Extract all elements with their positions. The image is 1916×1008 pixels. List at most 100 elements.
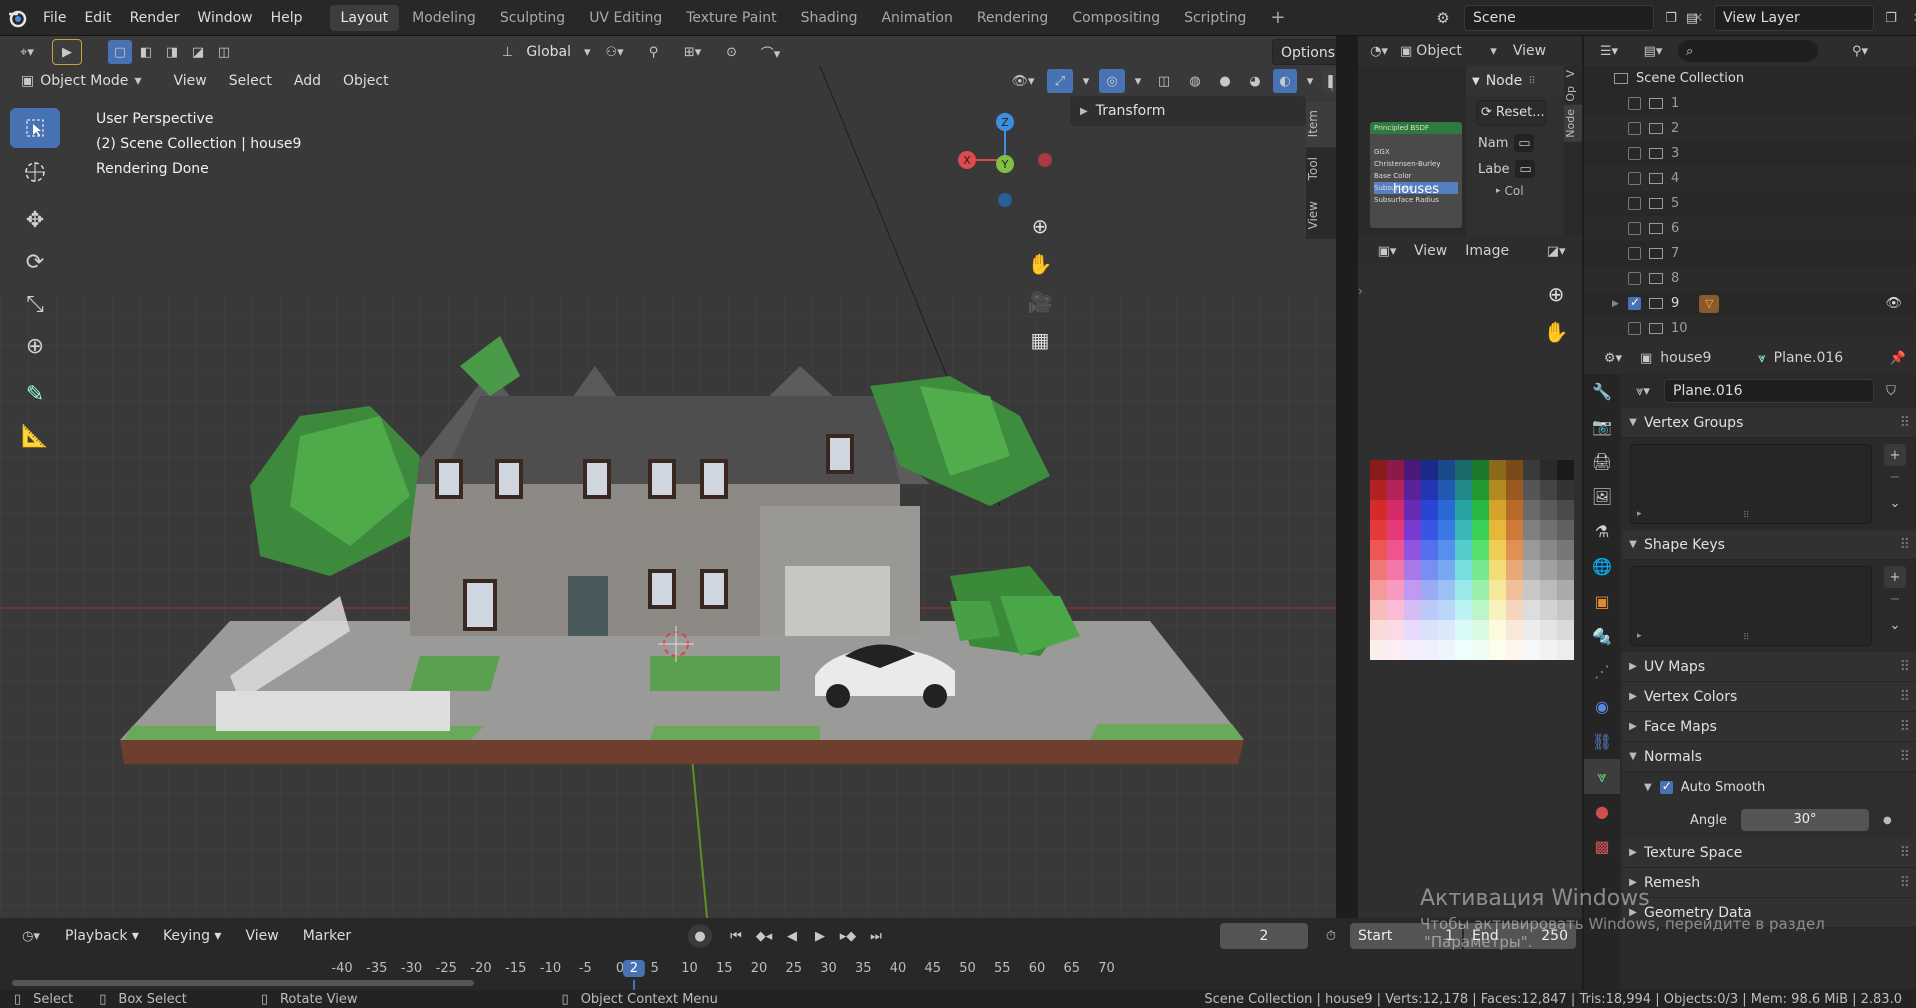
rotate-tool-icon[interactable]: ⟳ (10, 242, 60, 282)
mesh-object-icon[interactable]: ▽ (1699, 294, 1720, 313)
drag-handle-icon[interactable]: ⠿ (1900, 659, 1910, 675)
mode-selector[interactable]: ▣ Object Mode ▾ (12, 68, 150, 94)
blender-logo-icon[interactable] (0, 0, 34, 36)
select-subtract-icon[interactable]: ◨ (160, 40, 184, 64)
principled-bsdf-node[interactable]: Principled BSDF GGX Christensen-Burley B… (1370, 122, 1462, 228)
face-maps-header[interactable]: ▶ Face Maps ⠿ (1622, 712, 1916, 742)
3d-viewport[interactable]: ⌖▾ ▶ ▢ ◧ ◨ ◪ ◫ ⊥ Global ▾ ⚇▾ ⚲ ⊞▾ ⊙ ⌒▾ O… (0, 36, 1336, 918)
drag-handle-icon[interactable]: ⠿ (1900, 537, 1910, 553)
tab-rendering[interactable]: Rendering (966, 5, 1060, 31)
snap-icon[interactable]: ⚲ (639, 39, 669, 65)
name-field-icon[interactable]: ▭ (1514, 134, 1535, 152)
display-mode-icon[interactable]: ◪▾ (1539, 244, 1573, 259)
scene-icon[interactable]: ⚙ (1428, 5, 1458, 31)
xray-icon[interactable]: ◫ (1151, 69, 1177, 93)
zoom-icon[interactable]: ⊕ (1540, 278, 1570, 308)
neg-x-handle[interactable] (1038, 153, 1052, 167)
scene-collection-row[interactable]: Scene Collection (1584, 66, 1916, 91)
drag-handle-icon[interactable]: ⠿ (1528, 76, 1535, 87)
keyframe-dot-icon[interactable]: ● (1883, 815, 1892, 826)
shape-key-menu-icon[interactable]: ⌄ (1884, 614, 1906, 636)
reset-button[interactable]: ⟳ Reset... (1476, 100, 1546, 126)
filter-icon[interactable]: ⚲▾ (1840, 44, 1880, 59)
menu-view[interactable]: View (164, 68, 215, 94)
output-tab-icon[interactable]: 🖨 (1584, 444, 1620, 479)
drag-handle-icon[interactable]: ⠿ (1900, 875, 1910, 891)
vertex-colors-header[interactable]: ▶ Vertex Colors ⠿ (1622, 682, 1916, 712)
pan-hand-icon[interactable]: ✋ (1540, 316, 1570, 346)
collection-row[interactable]: 7 (1584, 241, 1916, 266)
collection-checkbox[interactable] (1628, 222, 1641, 235)
tab-sculpting[interactable]: Sculpting (489, 5, 576, 31)
side-tab-tool[interactable]: Tool (1306, 147, 1336, 190)
resize-grip-icon[interactable]: ⠿ (1743, 633, 1750, 643)
collection-row[interactable]: 8 (1584, 266, 1916, 291)
wireframe-shading-icon[interactable]: ◍ (1183, 69, 1207, 93)
menu-window[interactable]: Window (188, 0, 261, 36)
solid-shading-icon[interactable]: ● (1213, 69, 1237, 93)
select-extend-icon[interactable]: ◧ (134, 40, 158, 64)
label-field-icon[interactable]: ▭ (1515, 160, 1536, 178)
collection-row[interactable]: 4 (1584, 166, 1916, 191)
outliner-search[interactable]: ⌕ (1678, 40, 1818, 62)
menu-select[interactable]: Select (220, 68, 281, 94)
particles-tab-icon[interactable]: ⋰ (1584, 654, 1620, 689)
fake-user-icon[interactable]: ⛉ (1880, 384, 1902, 399)
collection-checkbox[interactable] (1628, 147, 1641, 160)
collection-checkbox[interactable] (1628, 322, 1641, 335)
outliner[interactable]: ☰▾ ▤▾ ⌕ ⚲▾ Scene Collection 1 2 3 4 5 6 7 8 ▶ 9 ▽ 👁… (1584, 36, 1916, 342)
image-menu[interactable]: Image (1465, 243, 1509, 259)
texture-tab-icon[interactable]: ▩ (1584, 829, 1620, 864)
vertex-group-menu-icon[interactable]: ⌄ (1884, 492, 1906, 514)
view-layer-field[interactable]: View Layer (1714, 5, 1874, 31)
shape-keys-header[interactable]: ▼ Shape Keys ⠿ (1622, 530, 1916, 560)
chevron-down-icon[interactable]: ▾ (1303, 69, 1317, 93)
menu-help[interactable]: Help (262, 0, 312, 36)
remove-shape-key-icon[interactable]: − (1884, 590, 1906, 608)
annotate-tool-icon[interactable]: ✎ (10, 374, 60, 414)
scene-name-field[interactable]: Scene (1464, 5, 1654, 31)
transform-panel[interactable]: ▶ Transform (1070, 96, 1306, 126)
collection-checkbox[interactable] (1628, 197, 1641, 210)
orthographic-grid-icon[interactable]: ▦ (1024, 324, 1056, 356)
tab-compositing[interactable]: Compositing (1061, 5, 1171, 31)
proportional-edit-icon[interactable]: ⊙ (717, 39, 747, 65)
transform-tool-icon[interactable]: ⊕ (10, 326, 60, 366)
select-new-icon[interactable]: ▢ (108, 40, 132, 64)
material-tab-icon[interactable]: ● (1584, 794, 1620, 829)
chevron-down-icon[interactable]: ▾ (1131, 69, 1145, 93)
material-shading-icon[interactable]: ◕ (1243, 69, 1267, 93)
collection-checkbox[interactable] (1628, 97, 1641, 110)
mesh-browse-icon[interactable]: ⩔▾ (1628, 384, 1658, 399)
auto-smooth-row[interactable]: ▼ Auto Smooth (1622, 772, 1916, 802)
collection-row[interactable]: ▶ 9 ▽ 👁 (1584, 291, 1916, 316)
physics-tab-icon[interactable]: ◉ (1584, 689, 1620, 724)
node-view-menu[interactable]: View (1513, 43, 1546, 59)
angle-slider[interactable]: 30° (1741, 809, 1869, 831)
copy-view-layer-icon[interactable]: ❐ (1880, 5, 1902, 31)
select-box-tool-icon[interactable] (10, 108, 60, 148)
collection-row[interactable]: 1 (1584, 91, 1916, 116)
modifier-tab-icon[interactable]: 🔩 (1584, 619, 1620, 654)
menu-render[interactable]: Render (121, 0, 189, 36)
image-view-menu[interactable]: View (1414, 243, 1447, 259)
tab-uv-editing[interactable]: UV Editing (578, 5, 673, 31)
collection-checkbox[interactable] (1628, 247, 1641, 260)
collection-checkbox[interactable] (1628, 272, 1641, 285)
drag-handle-icon[interactable]: ⠿ (1900, 845, 1910, 861)
select-intersect-icon[interactable]: ◫ (212, 40, 236, 64)
scale-tool-icon[interactable]: ⤡ (10, 284, 60, 324)
display-mode-icon[interactable]: ▤▾ (1634, 44, 1672, 59)
select-tool-icon[interactable]: ▶ (52, 39, 82, 65)
remove-vertex-group-icon[interactable]: − (1884, 468, 1906, 486)
side-tab-item[interactable]: Item (1306, 100, 1336, 148)
shape-keys-list[interactable]: ▸ ⠿ (1630, 566, 1872, 646)
mesh-data-tab-icon[interactable]: ⩔ (1584, 759, 1620, 794)
pin-icon[interactable]: 📌 (1890, 351, 1906, 366)
side-tab-view[interactable]: View (1306, 191, 1336, 239)
overlay-toggle-icon[interactable]: ◎ (1099, 69, 1125, 93)
mesh-name-field[interactable]: Plane.016 (1664, 379, 1874, 403)
delete-view-layer-icon[interactable]: ✕ (1908, 5, 1916, 31)
tool-tab-icon[interactable]: 🔧 (1584, 374, 1620, 409)
falloff-icon[interactable]: ⌒▾ (753, 39, 789, 65)
